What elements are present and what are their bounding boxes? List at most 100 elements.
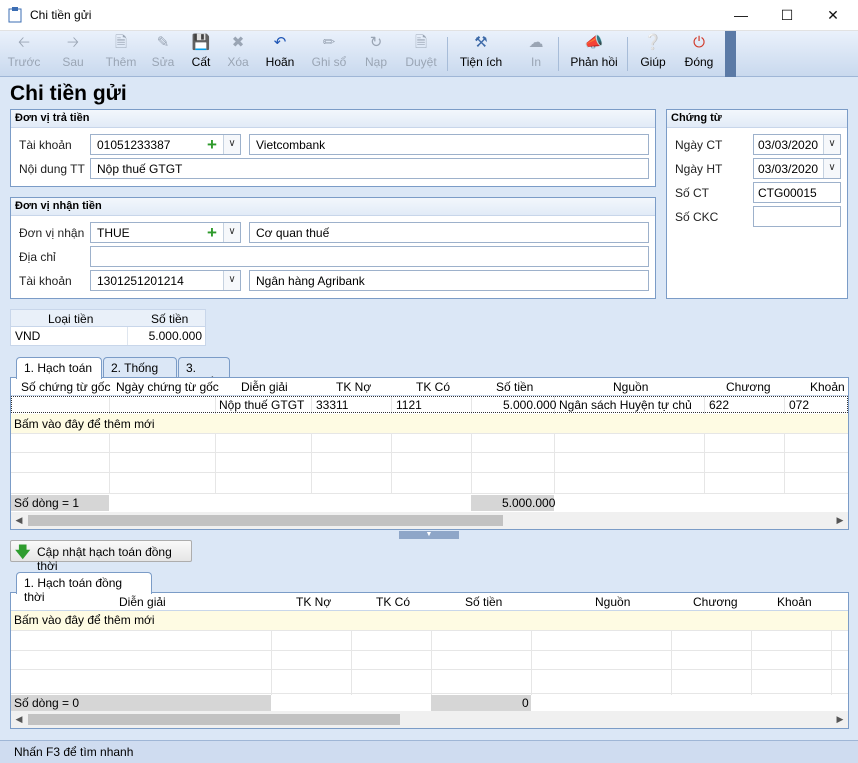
window-title: Chi tiền gửi bbox=[30, 8, 92, 22]
calendar-dropdown-icon[interactable]: ∨ bbox=[823, 159, 840, 178]
save-button[interactable]: 💾 Cất bbox=[187, 33, 215, 75]
col-credit-account: TK Có bbox=[416, 380, 451, 394]
payer-account-combo[interactable]: 01051233387 + ∨ bbox=[90, 134, 241, 155]
payee-bank-field[interactable]: Ngân hàng Agribank bbox=[249, 270, 649, 291]
toolbar-separator bbox=[558, 37, 559, 71]
currency-grid: Loại tiền Số tiền VND 5.000.000 bbox=[10, 309, 206, 346]
add-button[interactable]: 🗎 Thêm bbox=[104, 33, 138, 75]
add-icon[interactable]: + bbox=[204, 224, 220, 241]
delete-button[interactable]: ✖ Xóa bbox=[224, 33, 252, 75]
scroll-left-icon[interactable]: ◀ bbox=[12, 712, 26, 727]
page-title: Chi tiền gửi bbox=[10, 82, 127, 105]
payer-account-label: Tài khoản bbox=[19, 138, 72, 152]
chevron-down-icon[interactable]: ∨ bbox=[223, 135, 240, 154]
status-text: Nhấn F3 để tìm nhanh bbox=[14, 745, 134, 759]
add-new-row[interactable]: Bấm vào đây để thêm mới bbox=[11, 611, 848, 630]
payment-content-label: Nội dung TT bbox=[19, 162, 85, 176]
payment-content-field[interactable]: Nộp thuế GTGT bbox=[90, 158, 649, 179]
print-button[interactable]: ☁ In bbox=[522, 33, 550, 75]
edit-button[interactable]: ✎ Sửa bbox=[148, 33, 178, 75]
approve-button[interactable]: 🗎 Duyệt bbox=[402, 33, 440, 75]
concurrent-accounting-grid: Diễn giải TK Nợ TK Có Số tiền Nguồn Chươ… bbox=[10, 592, 849, 729]
scroll-right-icon[interactable]: ▶ bbox=[833, 712, 847, 727]
tools-icon: ⚒ bbox=[474, 34, 488, 51]
utilities-button[interactable]: ⚒ Tiện ích bbox=[456, 33, 506, 75]
accounting-grid: Số chứng từ gốc Ngày chứng từ gốc Diễn g… bbox=[10, 377, 849, 530]
payee-unit-combo[interactable]: THUE + ∨ bbox=[90, 222, 241, 243]
payee-account-label: Tài khoản bbox=[19, 274, 72, 288]
tab-concurrent-accounting[interactable]: 1. Hạch toán đồng thời bbox=[16, 572, 152, 604]
voucher-number-label: Số CT bbox=[675, 186, 710, 200]
arrow-down-icon: 🡇 bbox=[15, 544, 31, 561]
add-icon[interactable]: + bbox=[204, 136, 220, 153]
help-icon: ❔ bbox=[643, 34, 663, 51]
maximize-button[interactable]: ☐ bbox=[764, 0, 810, 31]
edit-icon: ✎ bbox=[156, 34, 170, 51]
currency-type-value[interactable]: VND bbox=[15, 329, 40, 343]
next-button[interactable]: 🡢 Sau bbox=[56, 33, 90, 75]
chevron-down-icon[interactable]: ∨ bbox=[223, 271, 240, 290]
tab-statistics[interactable]: 2. Thống kê bbox=[103, 357, 177, 389]
date-ht-field[interactable]: 03/03/2020 ∨ bbox=[753, 158, 841, 179]
col-description: Diễn giải bbox=[241, 380, 288, 394]
payer-account-value: 01051233387 bbox=[97, 138, 171, 152]
add-new-row[interactable]: Bấm vào đây để thêm mới bbox=[11, 414, 848, 433]
voucher-number-field[interactable]: CTG00015 bbox=[753, 182, 841, 203]
post-ledger-button[interactable]: ✏ Ghi sổ bbox=[310, 33, 348, 75]
tab-strip-1: 1. Hạch toán 2. Thống kê 3. Thuế bbox=[16, 357, 316, 389]
col-chapter: Chương bbox=[693, 595, 738, 609]
splitter-handle[interactable]: ▼ bbox=[399, 531, 459, 539]
amount-value[interactable]: 5.000.000 bbox=[149, 329, 202, 343]
date-ct-field[interactable]: 03/03/2020 ∨ bbox=[753, 134, 841, 155]
print-icon: ☁ bbox=[528, 34, 544, 51]
payee-account-combo[interactable]: 1301251201214 ∨ bbox=[90, 270, 241, 291]
ckc-number-field[interactable] bbox=[753, 206, 841, 227]
prev-button[interactable]: 🡠 Trước bbox=[6, 33, 42, 75]
scroll-left-icon[interactable]: ◀ bbox=[12, 513, 26, 528]
payee-panel: Đơn vị nhận tiền Đơn vị nhận THUE + ∨ Cơ q… bbox=[10, 197, 656, 299]
amount-header: Số tiền bbox=[151, 312, 189, 326]
new-document-icon: 🗎 bbox=[114, 34, 128, 51]
close-button[interactable]: ⏻ Đóng bbox=[682, 33, 716, 75]
payee-unit-name-field[interactable]: Cơ quan thuế bbox=[249, 222, 649, 243]
minimize-button[interactable]: — bbox=[718, 0, 764, 31]
horizontal-scrollbar[interactable]: ◀ ▶ bbox=[11, 711, 848, 728]
total-amount: 0 bbox=[522, 696, 529, 710]
col-debit-account: TK Nợ bbox=[296, 595, 332, 609]
scroll-thumb[interactable] bbox=[28, 714, 400, 725]
megaphone-icon: 📣 bbox=[584, 34, 604, 51]
arrow-right-icon: 🡢 bbox=[66, 34, 80, 51]
pencil-icon: ✏ bbox=[322, 34, 336, 51]
col-amount: Số tiền bbox=[465, 595, 503, 609]
col-item: Khoản bbox=[810, 380, 845, 394]
table-row[interactable]: Nộp thuế GTGT 33311 1121 5.000.000 Ngân … bbox=[11, 396, 848, 413]
update-concurrent-accounting-button[interactable]: 🡇 Cập nhật hạch toán đồng thời bbox=[10, 540, 192, 573]
toolbar-overflow-button[interactable] bbox=[725, 31, 736, 77]
load-button[interactable]: ↻ Nạp bbox=[360, 33, 392, 75]
payer-header: Đơn vị trả tiền bbox=[11, 110, 655, 128]
row-count: Số dòng = 0 bbox=[14, 696, 80, 710]
approve-icon: 🗎 bbox=[414, 34, 428, 51]
payee-address-field[interactable] bbox=[90, 246, 649, 267]
help-button[interactable]: ❔ Giúp bbox=[637, 33, 669, 75]
payee-unit-label: Đơn vị nhận bbox=[19, 226, 85, 240]
cancel-button[interactable]: ↶ Hoãn bbox=[262, 33, 298, 75]
horizontal-scrollbar[interactable]: ◀ ▶ bbox=[11, 512, 848, 529]
status-bar: Nhấn F3 để tìm nhanh bbox=[0, 740, 858, 763]
calendar-dropdown-icon[interactable]: ∨ bbox=[823, 135, 840, 154]
col-source: Nguồn bbox=[595, 595, 631, 609]
chevron-down-icon[interactable]: ∨ bbox=[223, 223, 240, 242]
col-source: Nguồn bbox=[613, 380, 649, 394]
col-credit-account: TK Có bbox=[376, 595, 411, 609]
feedback-button[interactable]: 📣 Phản hồi bbox=[568, 33, 620, 75]
col-amount: Số tiền bbox=[496, 380, 534, 394]
scroll-thumb[interactable] bbox=[28, 515, 503, 526]
close-window-button[interactable]: ✕ bbox=[810, 0, 856, 31]
date-ht-label: Ngày HT bbox=[675, 162, 723, 176]
payer-bank-field[interactable]: Vietcombank bbox=[249, 134, 649, 155]
col-chapter: Chương bbox=[726, 380, 771, 394]
arrow-left-icon: 🡠 bbox=[17, 34, 31, 51]
tab-tax[interactable]: 3. Thuế bbox=[178, 357, 230, 389]
scroll-right-icon[interactable]: ▶ bbox=[833, 513, 847, 528]
tab-accounting[interactable]: 1. Hạch toán bbox=[16, 357, 102, 379]
